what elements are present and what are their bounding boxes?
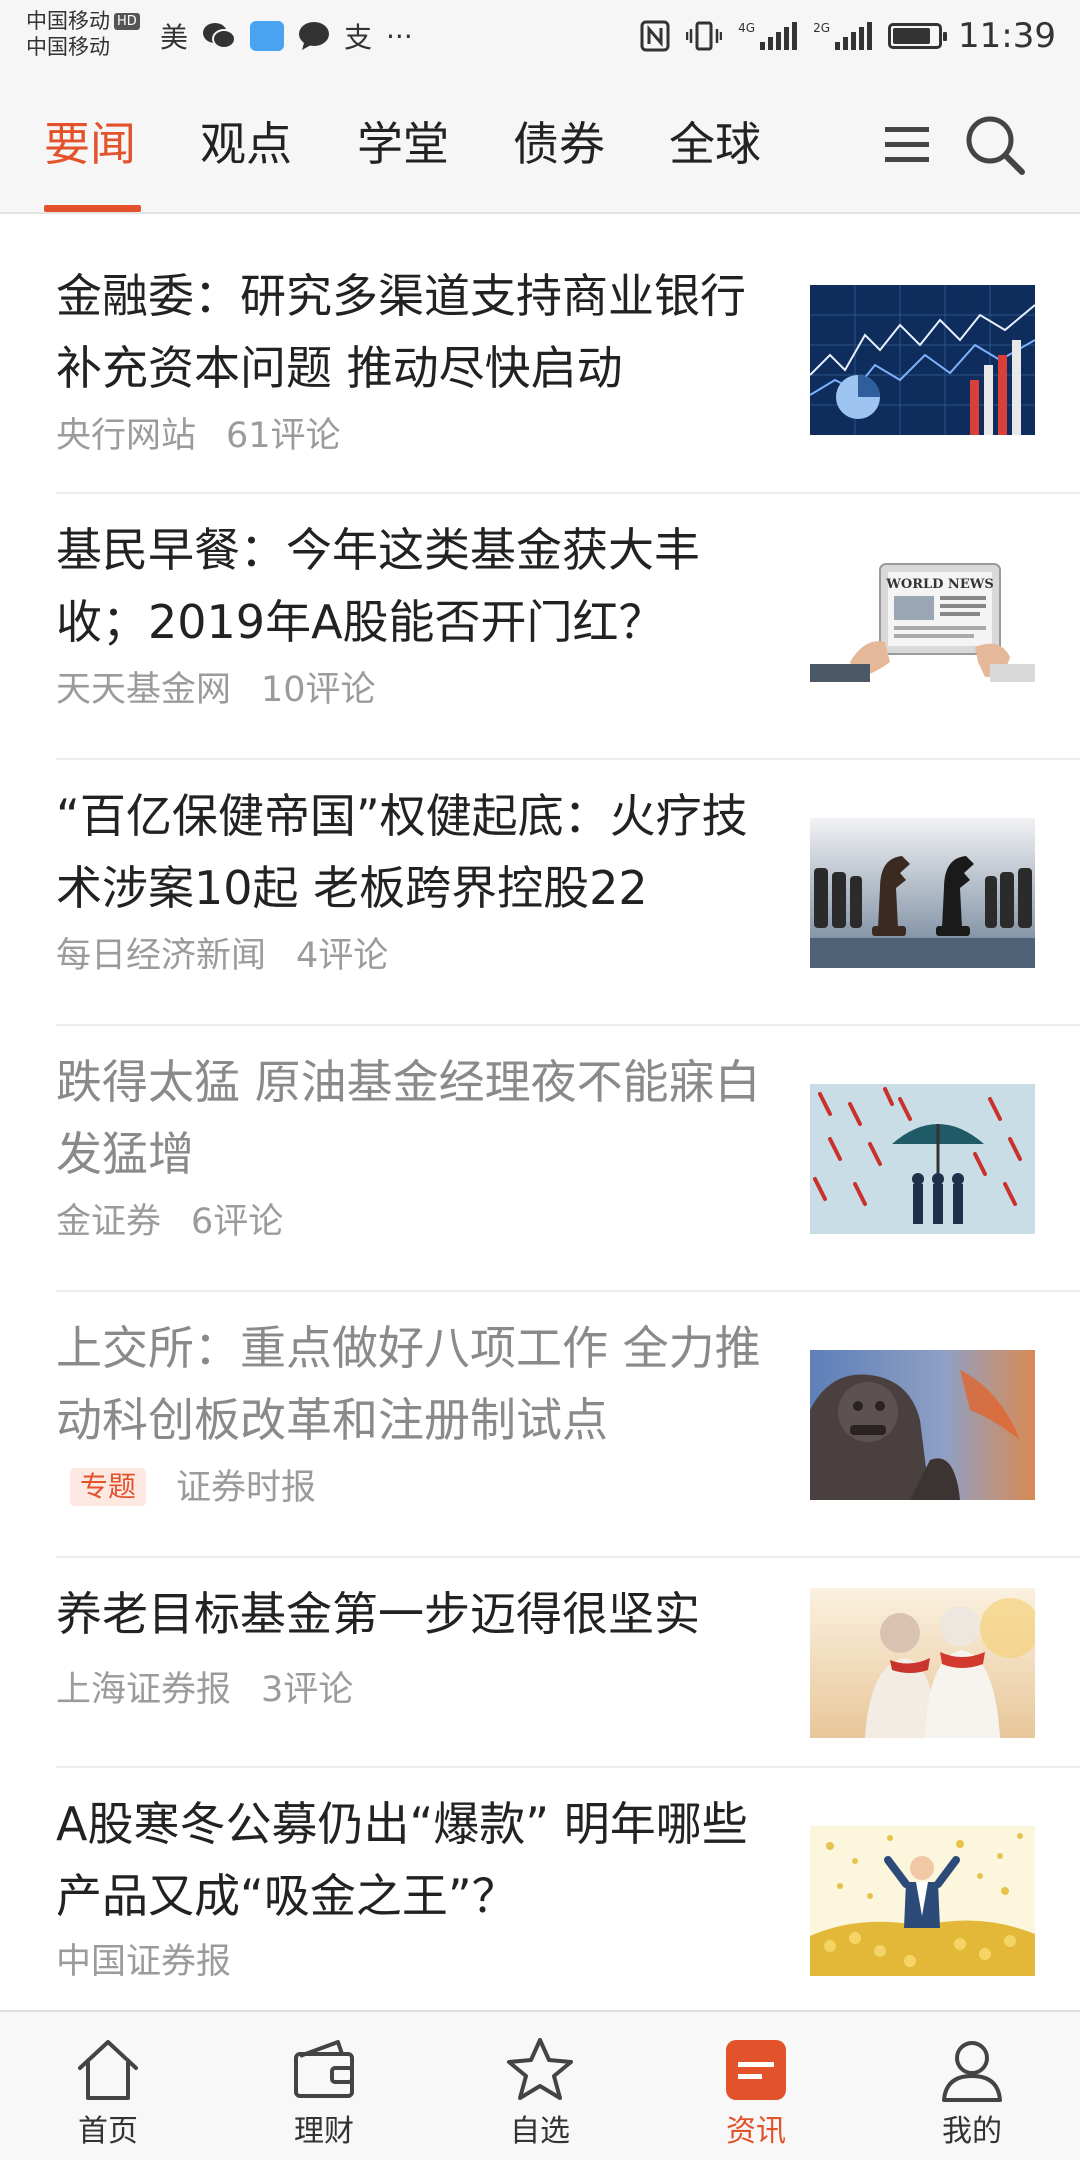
news-comments: 3评论 (261, 1670, 354, 1710)
clock: 11:39 (958, 16, 1056, 56)
status-bar: 中国移动 HD 中国移动 美 支 ··· 4G 2G 11:39 (0, 0, 1080, 78)
bottom-navigation: 首页 理财 自选 资讯 我的 (0, 2010, 1080, 2160)
stone-lion-image[interactable] (810, 1350, 1035, 1500)
news-item[interactable]: 养老目标基金第一步迈得很坚实 上海证券报 3评论 (0, 1558, 1080, 1768)
news-headline[interactable]: A股寒冬公募仍出“爆款” 明年哪些产品又成“吸金之王”？ (56, 1788, 776, 1932)
news-source: 中国证券报 (56, 1942, 232, 1982)
news-meta: 央行网站 61评论 (56, 414, 341, 458)
tab-quanqiu[interactable]: 全球 (669, 114, 761, 174)
nav-news-label: 资讯 (726, 2114, 786, 2149)
vibrate-icon (686, 21, 723, 51)
tab-guandian[interactable]: 观点 (200, 114, 292, 174)
news-headline[interactable]: 跌得太猛 原油基金经理夜不能寐白发猛增 (56, 1046, 776, 1190)
world-news-tablet-image[interactable]: WORLD NEWS (810, 552, 1035, 702)
system-icons: 4G 2G 11:39 (640, 14, 1056, 58)
signal-4g-icon: 4G (738, 22, 798, 50)
news-comments: 61评论 (226, 416, 341, 456)
nav-watchlist-label: 自选 (510, 2114, 570, 2149)
carrier-info: 中国移动 HD 中国移动 (26, 8, 140, 60)
message-icon (299, 22, 330, 50)
news-comments: 6评论 (191, 1202, 284, 1242)
tab-overflow-fade (812, 108, 872, 188)
app-notification-icon (250, 21, 285, 51)
home-icon (78, 2040, 138, 2100)
umbrella-arrows-image[interactable] (810, 1084, 1035, 1234)
star-icon (507, 2038, 573, 2100)
news-comments: 4评论 (296, 936, 389, 976)
nav-watchlist[interactable]: 自选 (432, 2012, 648, 2160)
alipay-icon: 支 (344, 21, 373, 54)
financial-chart-image[interactable] (810, 285, 1035, 435)
news-meta: 每日经济新闻 4评论 (56, 934, 388, 978)
nav-news[interactable]: 资讯 (648, 2012, 864, 2160)
news-headline[interactable]: 金融委：研究多渠道支持商业银行补充资本问题 推动尽快启动 (56, 260, 776, 404)
notification-icons: 美 支 ··· (160, 16, 413, 56)
hd-badge: HD (114, 13, 140, 30)
nav-profile-label: 我的 (942, 2114, 1002, 2149)
news-item[interactable]: A股寒冬公募仍出“爆款” 明年哪些产品又成“吸金之王”？ 中国证券报 (0, 1768, 1080, 2024)
news-headline[interactable]: “百亿保健帝国”权健起底：火疗技术涉案10起 老板跨界控股22 (56, 780, 776, 924)
profile-icon (942, 2041, 1002, 2102)
news-source: 天天基金网 (56, 670, 232, 710)
wechat-icon (203, 23, 237, 49)
nav-home[interactable]: 首页 (0, 2012, 216, 2160)
category-tab-bar: 要闻 观点 学堂 债券 全球 (0, 78, 1080, 214)
nav-wealth-label: 理财 (294, 2114, 354, 2149)
news-source: 上海证券报 (56, 1670, 232, 1710)
news-source: 金证券 (56, 1202, 162, 1242)
news-headline[interactable]: 养老目标基金第一步迈得很坚实 (56, 1578, 776, 1650)
tablet-headline: WORLD NEWS (885, 577, 993, 592)
carrier-2: 中国移动 (26, 35, 110, 59)
nav-profile[interactable]: 我的 (864, 2012, 1080, 2160)
news-source: 每日经济新闻 (56, 936, 267, 976)
active-tab-indicator (44, 205, 141, 212)
gold-coins-man-image[interactable] (810, 1826, 1035, 1976)
topic-tag: 专题 (70, 1468, 147, 1506)
wallet-icon (294, 2040, 354, 2098)
news-source: 证券时报 (176, 1468, 317, 1508)
tab-zhaiquan[interactable]: 债券 (513, 114, 605, 174)
news-meta: 上海证券报 3评论 (56, 1668, 353, 1712)
nfc-icon (640, 20, 670, 52)
tab-xuetang[interactable]: 学堂 (357, 114, 449, 174)
news-icon (726, 2040, 786, 2100)
news-comments: 10评论 (261, 670, 376, 710)
news-headline[interactable]: 上交所：重点做好八项工作 全力推动科创板改革和注册制试点 (56, 1312, 776, 1456)
battery-icon (888, 23, 948, 49)
news-item[interactable]: 上交所：重点做好八项工作 全力推动科创板改革和注册制试点 专题 证券时报 (0, 1292, 1080, 1558)
news-headline[interactable]: 基民早餐：今年这类基金获大丰收；2019年A股能否开门红？ (56, 514, 776, 658)
more-notifications-icon: ··· (386, 19, 413, 53)
nav-wealth[interactable]: 理财 (216, 2012, 432, 2160)
elderly-couple-image[interactable] (810, 1588, 1035, 1738)
tab-yaowen[interactable]: 要闻 (44, 114, 136, 174)
news-item[interactable]: 金融委：研究多渠道支持商业银行补充资本问题 推动尽快启动 央行网站 61评论 (0, 214, 1080, 494)
news-meta: 中国证券报 (56, 1940, 231, 1984)
search-icon[interactable] (962, 112, 1028, 178)
news-meta: 天天基金网 10评论 (56, 668, 376, 712)
nav-home-label: 首页 (78, 2114, 138, 2149)
news-item[interactable]: “百亿保健帝国”权健起底：火疗技术涉案10起 老板跨界控股22 每日经济新闻 4评… (0, 760, 1080, 1026)
chess-knights-image[interactable] (810, 818, 1035, 968)
news-source: 央行网站 (56, 416, 197, 456)
meituan-icon: 美 (160, 21, 189, 54)
signal-2g-icon: 2G (813, 22, 873, 50)
menu-icon[interactable] (884, 122, 930, 168)
news-item[interactable]: 跌得太猛 原油基金经理夜不能寐白发猛增 金证券 6评论 (0, 1026, 1080, 1292)
carrier-1: 中国移动 (26, 9, 110, 33)
news-item[interactable]: 基民早餐：今年这类基金获大丰收；2019年A股能否开门红？ 天天基金网 10评论 … (0, 494, 1080, 760)
news-meta: 专题 证券时报 (70, 1466, 316, 1510)
news-meta: 金证券 6评论 (56, 1200, 283, 1244)
